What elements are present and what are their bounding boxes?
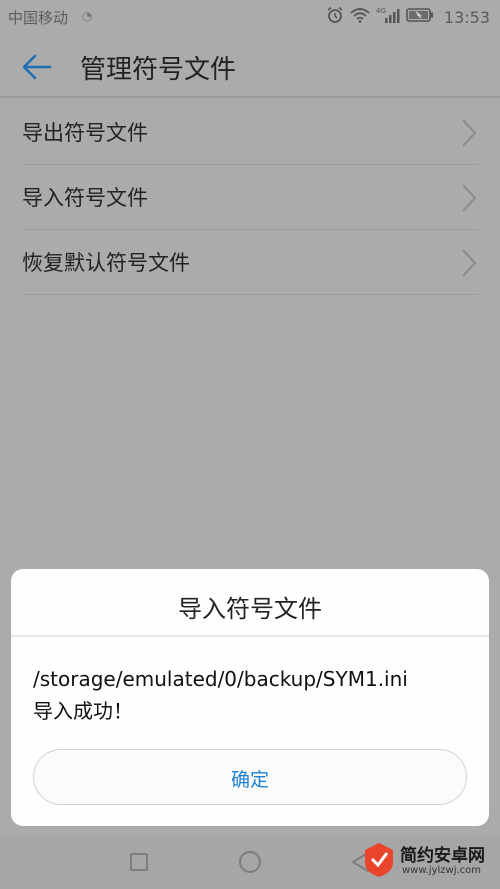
- recent-apps-icon[interactable]: [130, 853, 148, 871]
- site-watermark: 简约安卓网 www.jylzwj.com: [362, 839, 494, 883]
- app-bar: 管理符号文件: [0, 34, 500, 98]
- menu-item-export[interactable]: 导出符号文件: [22, 100, 478, 165]
- menu-item-label: 恢复默认符号文件: [22, 251, 190, 275]
- page-title: 管理符号文件: [80, 55, 237, 85]
- menu-item-import[interactable]: 导入符号文件: [22, 165, 478, 230]
- watermark-name: 简约安卓网: [400, 846, 485, 866]
- chevron-right-icon: [460, 182, 478, 214]
- signal-icon: 4G: [376, 6, 400, 28]
- dialog-message-path: /storage/emulated/0/backup/SYM1.ini: [33, 667, 408, 691]
- menu-item-restore-default[interactable]: 恢复默认符号文件: [22, 230, 478, 295]
- dialog-title: 导入符号文件: [178, 595, 322, 623]
- confirm-button[interactable]: 确定: [33, 749, 467, 805]
- home-icon[interactable]: [239, 851, 261, 873]
- status-bar: 中国移动 ◔ 4G 13:53: [0, 0, 500, 34]
- menu-item-label: 导入符号文件: [22, 186, 148, 210]
- confirm-button-label: 确定: [230, 769, 269, 791]
- carrier-label: 中国移动: [8, 9, 69, 27]
- menu-list: 导出符号文件 导入符号文件 恢复默认符号文件: [0, 100, 500, 295]
- chevron-right-icon: [460, 247, 478, 279]
- network-type-label: 4G: [376, 7, 386, 15]
- dialog-divider: [11, 635, 489, 637]
- notification-dot-icon: ◔: [82, 9, 93, 23]
- wifi-icon: [350, 7, 370, 27]
- status-icons: 4G 13:53: [326, 6, 490, 28]
- watermark-logo-icon: [362, 841, 396, 879]
- menu-item-label: 导出符号文件: [22, 121, 148, 145]
- dialog-message: /storage/emulated/0/backup/SYM1.ini 导入成功…: [33, 663, 473, 727]
- alarm-icon: [326, 6, 344, 28]
- clock: 13:53: [443, 7, 490, 27]
- battery-icon: [406, 7, 434, 27]
- import-result-dialog: 导入符号文件 /storage/emulated/0/backup/SYM1.i…: [11, 569, 489, 826]
- back-arrow-icon[interactable]: [20, 52, 54, 82]
- dialog-message-status: 导入成功！: [33, 699, 133, 723]
- chevron-right-icon: [460, 117, 478, 149]
- watermark-url: www.jylzwj.com: [402, 865, 482, 876]
